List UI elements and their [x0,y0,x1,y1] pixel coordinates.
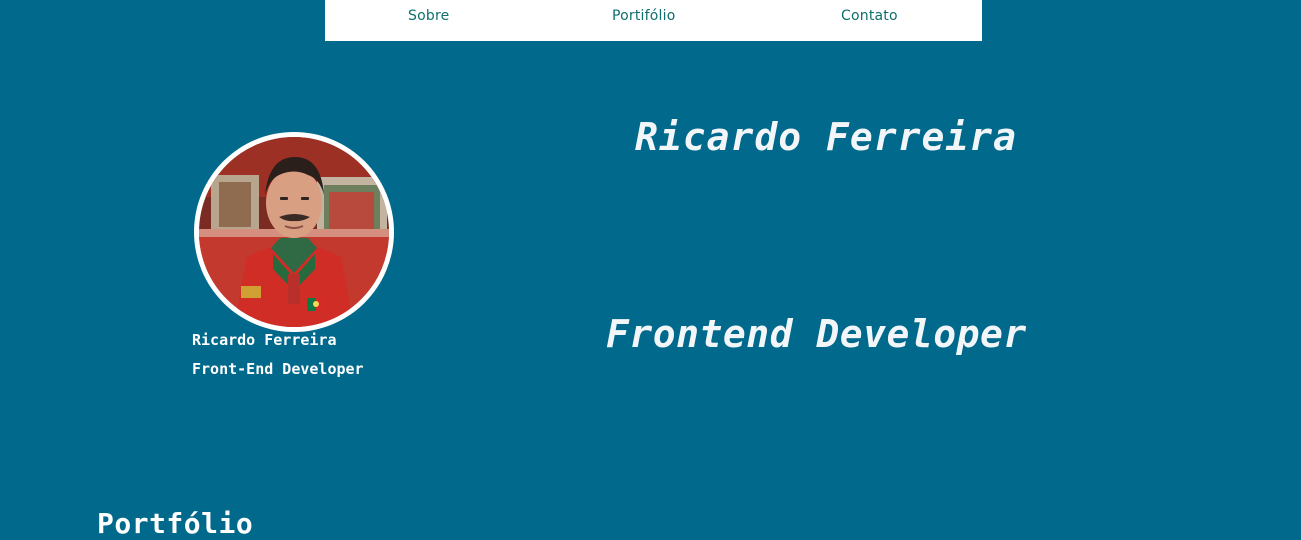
profile-avatar [194,132,394,332]
profile-photo [199,137,389,327]
nav-link-portifolio[interactable]: Portifólio [612,8,675,24]
hero-title-name: Ricardo Ferreira [635,115,1018,160]
profile-name: Ricardo Ferreira [192,331,337,349]
top-navigation: Sobre Portifólio Contato [325,0,982,41]
profile-role: Front-End Developer [192,360,364,378]
nav-link-sobre[interactable]: Sobre [408,8,449,24]
nav-link-contato[interactable]: Contato [841,8,898,24]
hero-subtitle-role: Frontend Developer [606,311,1027,356]
portfolio-section-title: Portfólio [97,507,254,540]
